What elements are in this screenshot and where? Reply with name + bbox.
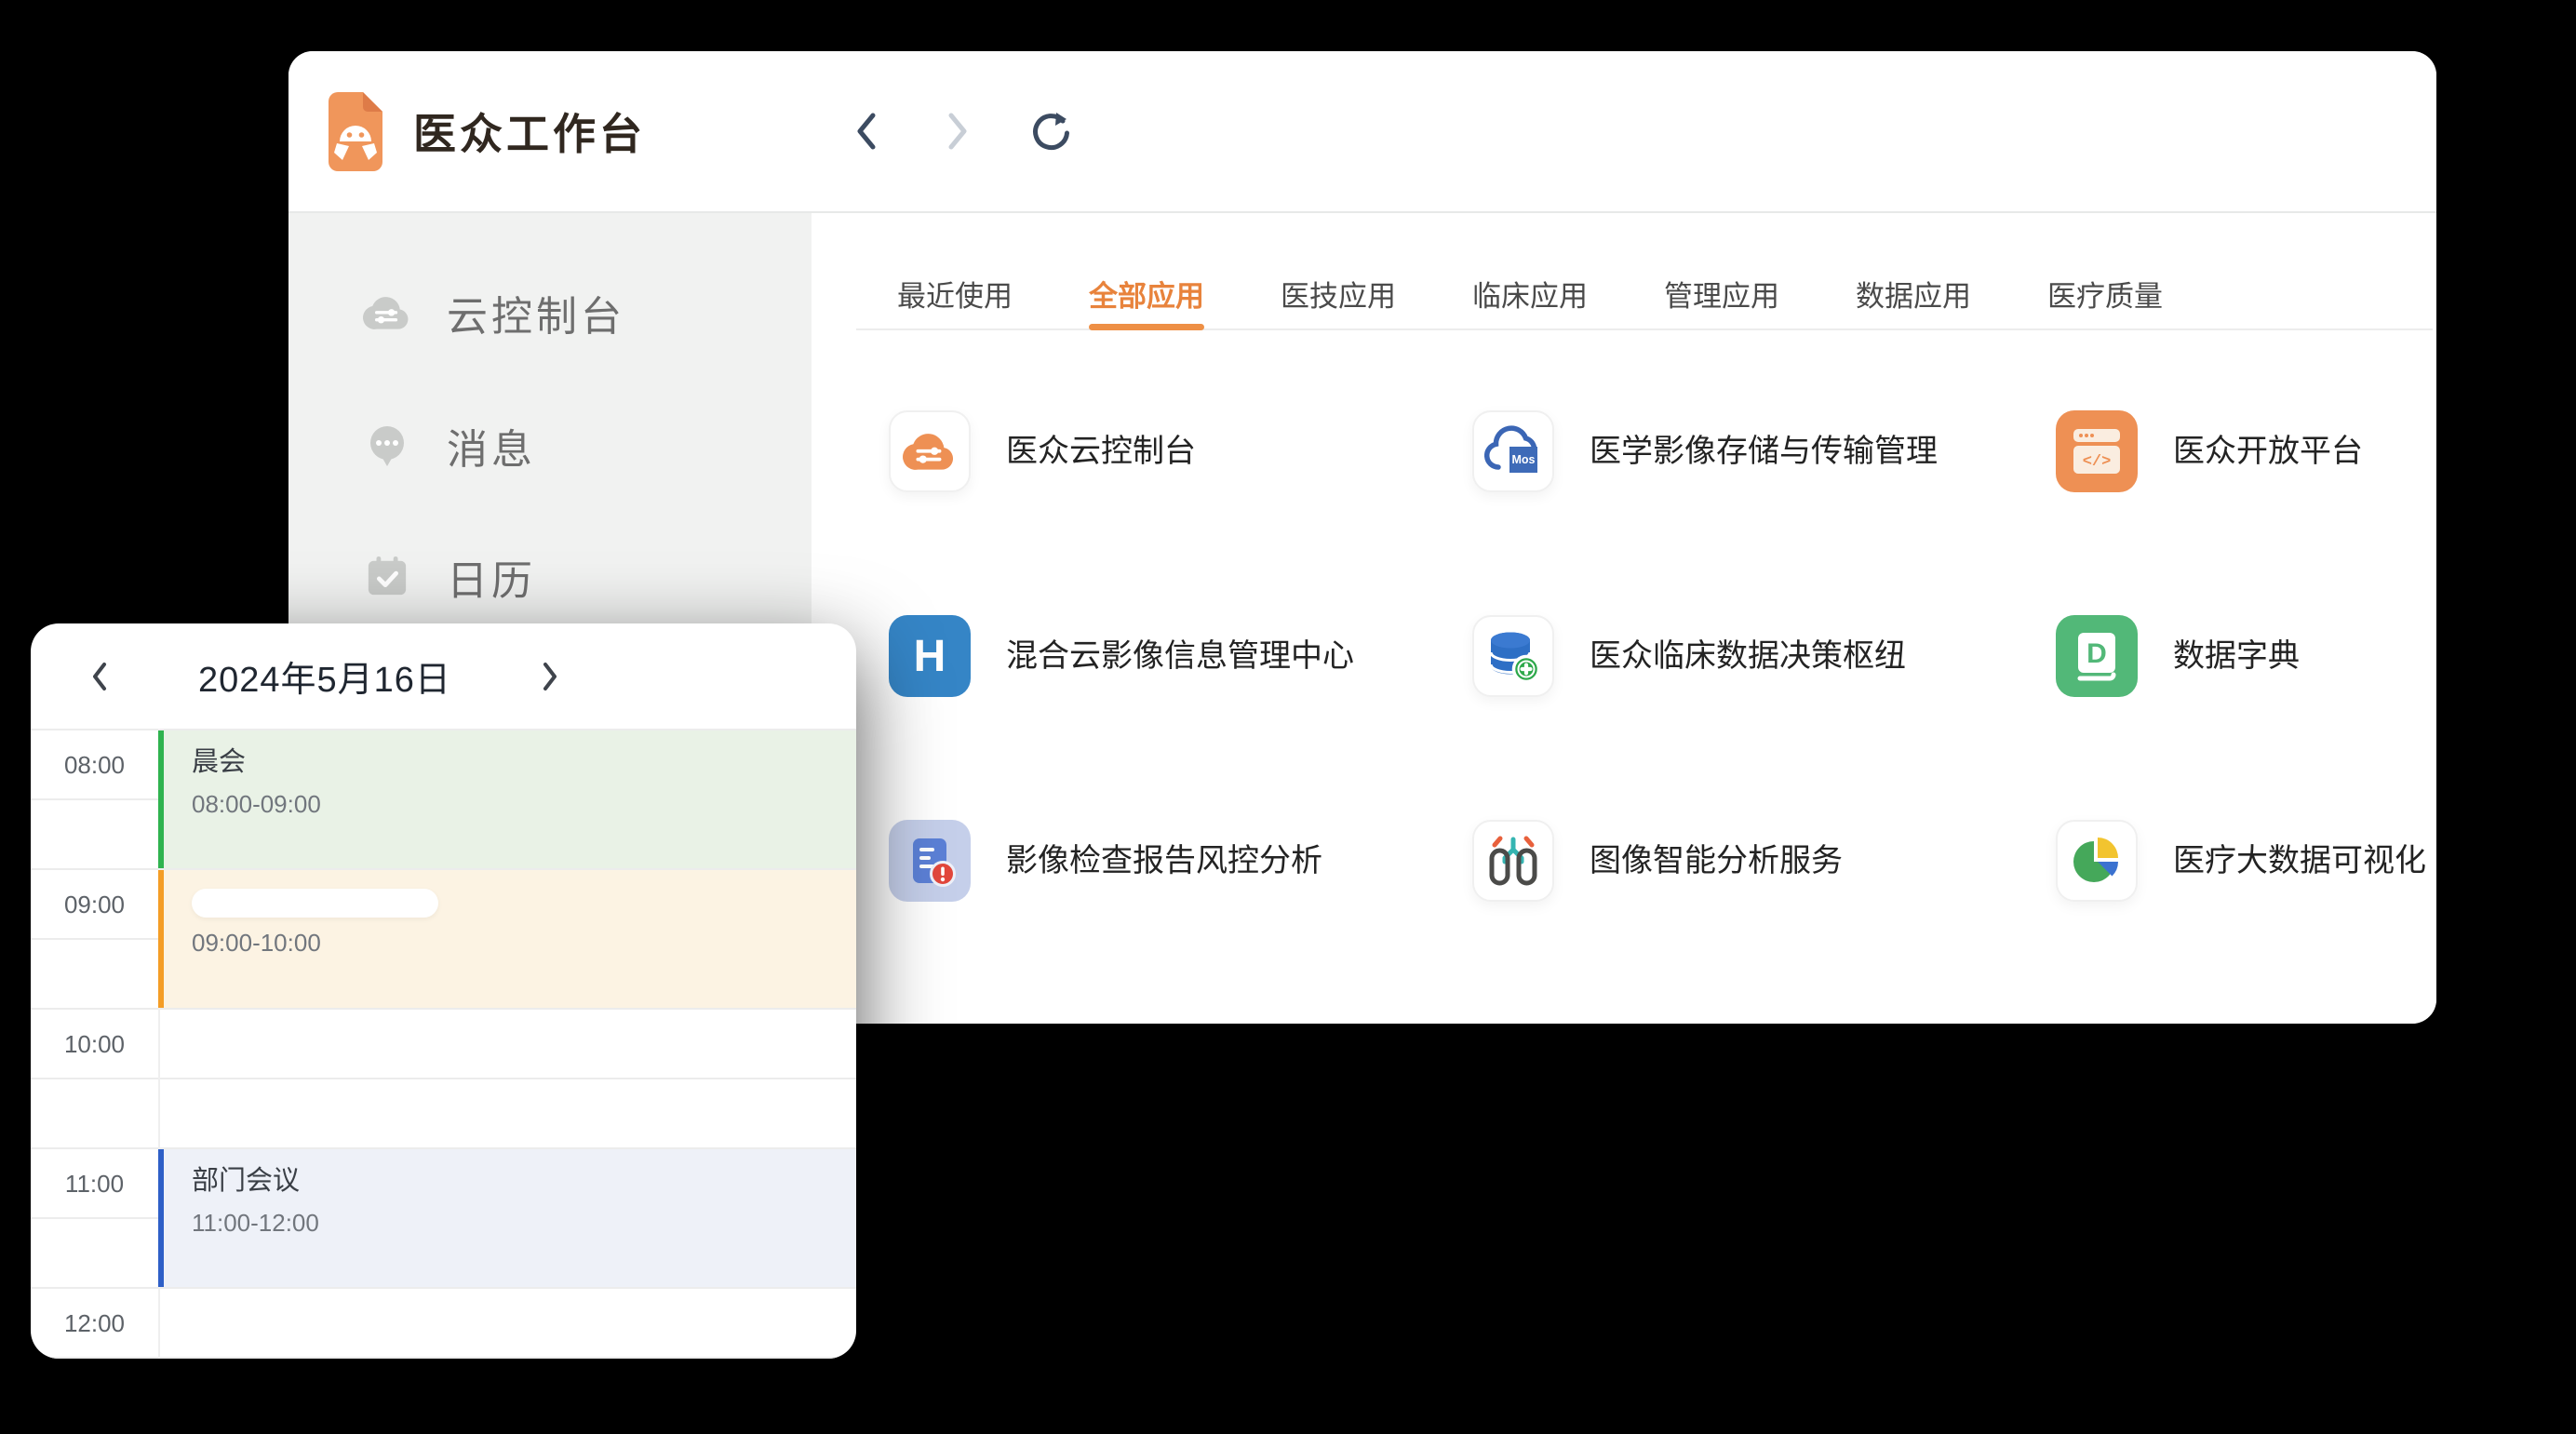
tab-5[interactable]: 数据应用 bbox=[1856, 259, 1971, 328]
tab-3[interactable]: 临床应用 bbox=[1472, 259, 1588, 328]
calendar-card: 2024年5月16日 08:00 09:00 10:00 11:00 12:00 晨会 … bbox=[31, 623, 856, 1359]
window-nav bbox=[845, 51, 1070, 211]
tab-0[interactable]: 最近使用 bbox=[897, 259, 1013, 328]
app-item-1[interactable]: Mos 医学影像存储与传输管理 bbox=[1472, 410, 2056, 615]
letter-h-icon: H bbox=[889, 615, 971, 697]
calendar-hour-label: 10:00 bbox=[31, 1030, 158, 1059]
open-platform-icon: </> bbox=[2056, 410, 2138, 492]
app-item-3[interactable]: H 混合云影像信息管理中心 bbox=[889, 615, 1472, 820]
calendar-body: 08:00 09:00 10:00 11:00 12:00 晨会 08:00-09:00… bbox=[31, 729, 856, 1359]
sidebar-item-calendar[interactable]: 日历 bbox=[288, 540, 812, 614]
sidebar-item-label: 消息 bbox=[447, 416, 536, 476]
app-item-label: 混合云影像信息管理中心 bbox=[1006, 615, 1354, 697]
app-item-7[interactable]: 图像智能分析服务 bbox=[1472, 820, 2056, 1024]
calendar-hour-label: 08:00 bbox=[31, 751, 158, 780]
calendar-event-1[interactable]: 09:00-10:00 bbox=[158, 870, 856, 1008]
bigdata-pie-icon bbox=[2056, 820, 2138, 902]
app-item-label: 医众临床数据决策枢纽 bbox=[1590, 615, 1906, 697]
app-item-label: 医众开放平台 bbox=[2173, 410, 2363, 492]
app-item-6[interactable]: 影像检查报告风控分析 bbox=[889, 820, 1472, 1024]
tab-1[interactable]: 全部应用 bbox=[1089, 259, 1204, 328]
data-dictionary-icon: D bbox=[2056, 615, 2138, 697]
forward-button[interactable] bbox=[936, 110, 979, 153]
calendar-event-2[interactable]: 部门会议 11:00-12:00 bbox=[158, 1149, 856, 1287]
app-item-5[interactable]: D 数据字典 bbox=[2056, 615, 2436, 820]
calendar-event-time: 08:00-09:00 bbox=[192, 790, 856, 819]
mos-cloud-icon: Mos bbox=[1472, 410, 1554, 492]
calendar-event-time: 09:00-10:00 bbox=[192, 929, 856, 958]
message-icon bbox=[363, 422, 411, 470]
cloud-console-app-icon bbox=[889, 410, 971, 492]
app-item-label: 医众云控制台 bbox=[1006, 410, 1196, 492]
sidebar-item-label: 云控制台 bbox=[447, 283, 625, 342]
app-item-label: 影像检查报告风控分析 bbox=[1006, 820, 1322, 902]
sidebar-item-label: 日历 bbox=[447, 547, 536, 607]
tab-2[interactable]: 医技应用 bbox=[1281, 259, 1396, 328]
app-grid: 医众云控制台 Mos 医学影像存储与传输管理 </> 医众开放平台 H 混合云影… bbox=[889, 410, 2436, 1024]
svg-text:Mos: Mos bbox=[1512, 453, 1536, 466]
calendar-event-time: 11:00-12:00 bbox=[192, 1209, 856, 1238]
calendar-hour-label: 09:00 bbox=[31, 891, 158, 919]
app-item-label: 医疗大数据可视化 bbox=[2173, 820, 2426, 902]
calendar-header: 2024年5月16日 bbox=[31, 623, 856, 729]
refresh-button[interactable] bbox=[1027, 110, 1070, 153]
tab-4[interactable]: 管理应用 bbox=[1664, 259, 1779, 328]
app-item-label: 医学影像存储与传输管理 bbox=[1590, 410, 1938, 492]
calendar-date-title: 2024年5月16日 bbox=[198, 650, 451, 702]
svg-text:</>: </> bbox=[2083, 453, 2112, 471]
tab-6[interactable]: 医疗质量 bbox=[2047, 259, 2163, 328]
calendar-event-title: 部门会议 bbox=[192, 1164, 856, 1198]
app-title: 医众工作台 bbox=[413, 101, 646, 162]
app-item-0[interactable]: 医众云控制台 bbox=[889, 410, 1472, 615]
calendar-event-title: 晨会 bbox=[192, 745, 856, 779]
content-area: 最近使用 全部应用 医技应用 临床应用 管理应用 数据应用 医疗质量 医众云控制台 Mos … bbox=[812, 213, 2436, 1024]
app-item-2[interactable]: </> 医众开放平台 bbox=[2056, 410, 2436, 615]
calendar-next-button[interactable] bbox=[533, 656, 567, 697]
sidebar-item-cloud-console[interactable]: 云控制台 bbox=[288, 275, 812, 350]
calendar-prev-button[interactable] bbox=[83, 656, 116, 697]
sidebar-item-message[interactable]: 消息 bbox=[288, 409, 812, 483]
window-header: 医众工作台 bbox=[288, 51, 2436, 213]
svg-text:D: D bbox=[2086, 638, 2107, 669]
report-risk-icon bbox=[889, 820, 971, 902]
tabs: 最近使用 全部应用 医技应用 临床应用 管理应用 数据应用 医疗质量 bbox=[856, 259, 2433, 330]
calendar-hour-label: 11:00 bbox=[31, 1170, 158, 1199]
calendar-hour-label: 12:00 bbox=[31, 1309, 158, 1338]
page: { "colors": { "accent_orange": "#EE8C49"… bbox=[0, 0, 2576, 1434]
app-item-label: 数据字典 bbox=[2173, 615, 2300, 697]
app-item-label: 图像智能分析服务 bbox=[1590, 820, 1843, 902]
calendar-icon bbox=[363, 553, 411, 601]
cloud-console-icon bbox=[363, 288, 411, 337]
lungs-ai-icon bbox=[1472, 820, 1554, 902]
app-logo-icon bbox=[329, 92, 382, 171]
clinical-database-icon bbox=[1472, 615, 1554, 697]
back-button[interactable] bbox=[845, 110, 888, 153]
calendar-event-0[interactable]: 晨会 08:00-09:00 bbox=[158, 730, 856, 868]
app-item-4[interactable]: 医众临床数据决策枢纽 bbox=[1472, 615, 2056, 820]
app-item-8[interactable]: 医疗大数据可视化 bbox=[2056, 820, 2436, 1024]
calendar-event-redacted-title bbox=[192, 889, 438, 918]
